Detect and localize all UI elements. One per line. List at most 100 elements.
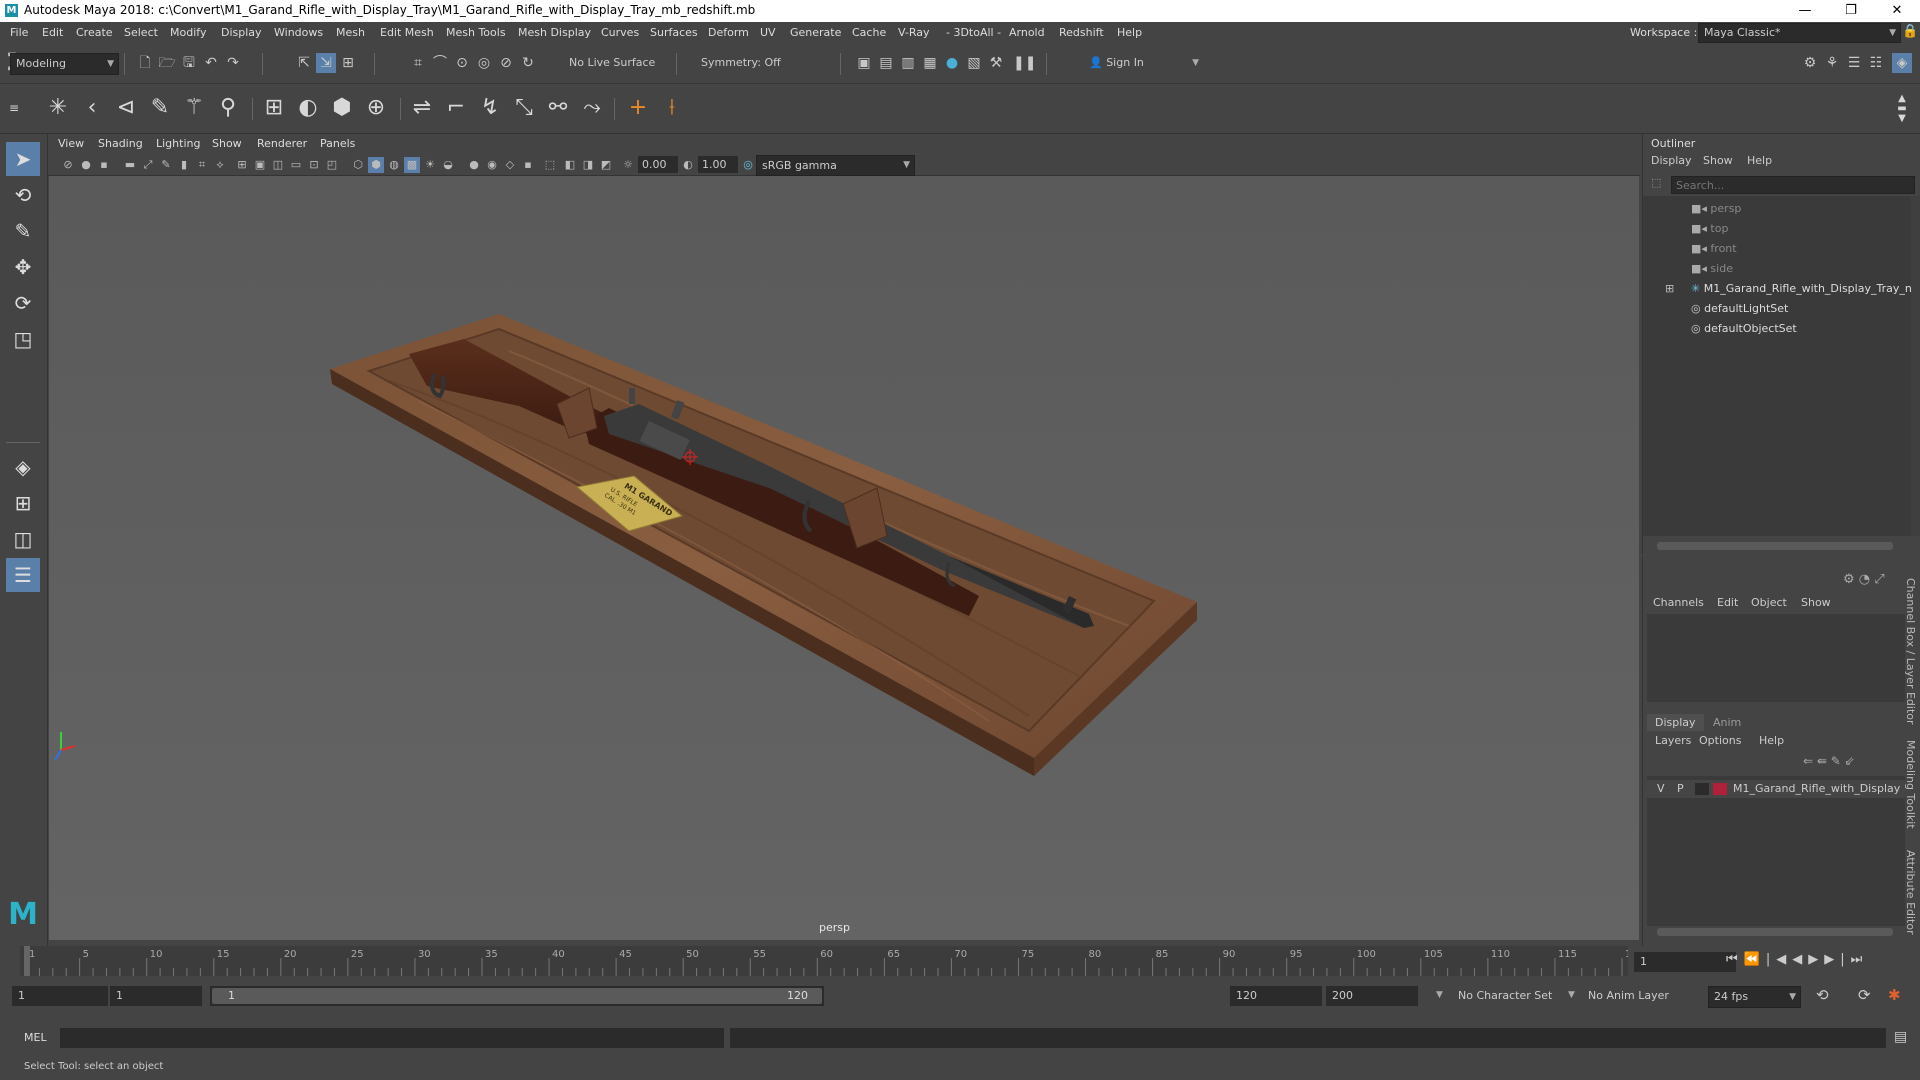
outliner-item-side[interactable]: ■◂ side xyxy=(1691,262,1733,275)
camera-attributes-icon[interactable]: ⊘ xyxy=(60,157,76,173)
menu-edit-mesh[interactable]: Edit Mesh xyxy=(380,26,434,39)
step-back-frame-icon[interactable]: |◀ xyxy=(1766,952,1792,967)
outliner-menu-show[interactable]: Show xyxy=(1703,154,1733,167)
isolate-select-icon[interactable]: ◰ xyxy=(324,157,340,173)
undo-icon[interactable]: ↶ xyxy=(201,53,221,73)
cluster-icon[interactable]: ⟊ xyxy=(656,92,688,124)
menu-file[interactable]: File xyxy=(10,26,28,39)
current-frame-field[interactable]: 1 xyxy=(1634,952,1736,972)
minimize-button[interactable]: — xyxy=(1782,0,1828,22)
use-lights-icon[interactable]: ☀ xyxy=(422,157,438,173)
outliner-item-front[interactable]: ■◂ front xyxy=(1691,242,1737,255)
outliner-menu-display[interactable]: Display xyxy=(1651,154,1692,167)
grid-toggle-icon[interactable]: ▮ xyxy=(176,157,192,173)
scale-tool-icon[interactable]: ◳ xyxy=(6,322,40,356)
ipr-render-icon[interactable]: ▥ xyxy=(898,53,918,73)
smooth-shade-icon[interactable]: ▣ xyxy=(252,157,268,173)
image-plane-icon[interactable]: ▬ xyxy=(122,157,138,173)
film-gate-icon[interactable]: ⌗ xyxy=(194,157,210,173)
layer-visibility-toggle[interactable]: V xyxy=(1657,782,1665,795)
menu-redshift[interactable]: Redshift xyxy=(1059,26,1104,39)
channel-box-toggle-icon[interactable]: ☷ xyxy=(1866,53,1886,73)
use-default-material-icon[interactable]: ◍ xyxy=(386,157,402,173)
snap-point-icon[interactable]: ⊙ xyxy=(452,53,472,73)
command-input[interactable] xyxy=(60,1028,724,1048)
lasso-tool-icon[interactable]: ⟲ xyxy=(6,178,40,212)
menu-vray[interactable]: V-Ray xyxy=(898,26,930,39)
bookmark-icon[interactable]: ▪ xyxy=(96,157,112,173)
character-set-dropdown[interactable]: No Character Set xyxy=(1458,989,1552,1002)
render-settings-icon[interactable]: ▦ xyxy=(920,53,940,73)
menu-edit[interactable]: Edit xyxy=(42,26,63,39)
playback-start-field[interactable]: 1 xyxy=(110,986,202,1006)
two-pane-layout-icon[interactable]: ◫ xyxy=(6,522,40,556)
anim-prefs-icon[interactable]: ✱ xyxy=(1888,986,1901,1004)
gamma-field[interactable]: 1.00 xyxy=(698,156,738,173)
symmetry-dropdown[interactable]: Symmetry: Off xyxy=(696,53,811,73)
redshift-ipr-icon[interactable]: ⚒ xyxy=(986,53,1006,73)
four-view-layout-icon[interactable]: ⊞ xyxy=(6,486,40,520)
chevron-down-icon[interactable]: ▼ xyxy=(1568,990,1575,1000)
redshift-render-icon[interactable]: ▧ xyxy=(964,53,984,73)
maximize-button[interactable]: ❐ xyxy=(1828,0,1874,22)
tab-anim[interactable]: Anim xyxy=(1713,716,1741,729)
side-tab-modeling-toolkit[interactable]: Modeling Toolkit xyxy=(1904,740,1917,829)
select-component-icon[interactable]: ⊞ xyxy=(338,53,358,73)
sign-in-dropdown[interactable]: 👤 Sign In ▼ xyxy=(1084,53,1203,73)
layer-tool-icons[interactable]: ⇐ ⇚ ✎ ⇙ xyxy=(1803,754,1855,768)
shelf-scroll-icon[interactable]: ▲ ▬ ▼ xyxy=(1892,94,1912,126)
menu-select[interactable]: Select xyxy=(124,26,158,39)
animation-start-field[interactable]: 1 xyxy=(12,986,108,1006)
gamma-icon[interactable]: ◐ xyxy=(680,157,696,173)
save-scene-icon[interactable]: 🖫 xyxy=(179,53,199,73)
animation-end-field[interactable]: 200 xyxy=(1326,986,1418,1006)
tab-display[interactable]: Display xyxy=(1647,714,1704,731)
color-space-dropdown[interactable]: sRGB gamma ▼ xyxy=(756,155,915,176)
outliner-item-default-object-set[interactable]: ◎ defaultObjectSet xyxy=(1691,322,1797,335)
motion-blur-icon[interactable]: ◉ xyxy=(484,157,500,173)
outliner-item-top[interactable]: ■◂ top xyxy=(1691,222,1728,235)
menu-uv[interactable]: UV xyxy=(760,26,776,39)
loop-icon[interactable]: ⟲ xyxy=(1816,986,1829,1004)
move-tool-icon[interactable]: ✥ xyxy=(6,250,40,284)
2d-pan-zoom-icon[interactable]: ⤢ xyxy=(140,157,156,173)
camera-lock-icon[interactable]: ● xyxy=(78,157,94,173)
channel-menu-edit[interactable]: Edit xyxy=(1717,596,1738,609)
menu-curves[interactable]: Curves xyxy=(601,26,639,39)
lattice-icon[interactable]: ⬢ xyxy=(326,92,358,124)
menu-mesh-display[interactable]: Mesh Display xyxy=(518,26,591,39)
current-time-marker[interactable] xyxy=(24,946,30,976)
menu-mesh[interactable]: Mesh xyxy=(336,26,365,39)
exposure-field[interactable]: 0.00 xyxy=(638,156,678,173)
snap-settings-icon[interactable]: ↻ xyxy=(518,53,538,73)
ik-handle-icon[interactable]: ⚯ xyxy=(542,92,574,124)
menu-arnold[interactable]: Arnold xyxy=(1009,26,1045,39)
attribute-editor-icon[interactable]: ⚘ xyxy=(1822,53,1842,73)
side-tab-attribute-editor[interactable]: Attribute Editor xyxy=(1904,850,1917,935)
locator-icon[interactable]: + xyxy=(622,92,654,124)
filter-icon[interactable]: ⬚ xyxy=(1651,176,1667,192)
go-to-end-icon[interactable]: ⏭ xyxy=(1851,952,1869,967)
sculpt-grid-icon[interactable]: ⊞ xyxy=(258,92,290,124)
chevron-down-icon[interactable]: ▼ xyxy=(1436,990,1443,1000)
textured-icon[interactable]: ▩ xyxy=(404,157,420,173)
wireframe-icon[interactable]: ⊞ xyxy=(234,157,250,173)
step-back-key-icon[interactable]: ⏪ xyxy=(1744,952,1766,967)
panel-menu-show[interactable]: Show xyxy=(212,137,242,150)
menu-modify[interactable]: Modify xyxy=(170,26,206,39)
select-tool-icon[interactable]: ➤ xyxy=(6,142,40,176)
outliner-item-default-light-set[interactable]: ◎ defaultLightSet xyxy=(1691,302,1788,315)
select-object-icon[interactable]: ⇲ xyxy=(316,53,336,73)
menu-help[interactable]: Help xyxy=(1117,26,1142,39)
color-management-icon[interactable]: ◎ xyxy=(740,157,756,173)
menu-3dtoall[interactable]: - 3DtoAll - xyxy=(946,26,1001,39)
open-scene-icon[interactable]: 🗁 xyxy=(157,53,177,73)
layer-menu-layers[interactable]: Layers xyxy=(1655,734,1691,747)
create-joint-icon[interactable]: ⚚ xyxy=(178,92,210,124)
bezier-curve-icon[interactable]: ⊲ xyxy=(110,92,142,124)
outliner-vertical-scrollbar[interactable] xyxy=(1911,196,1920,536)
layer-playback-toggle[interactable]: P xyxy=(1677,782,1684,795)
snap-live-icon[interactable]: ⊘ xyxy=(496,53,516,73)
range-slider[interactable]: 1 120 xyxy=(210,986,824,1006)
wrap-deformer-icon[interactable]: ⊕ xyxy=(360,92,392,124)
